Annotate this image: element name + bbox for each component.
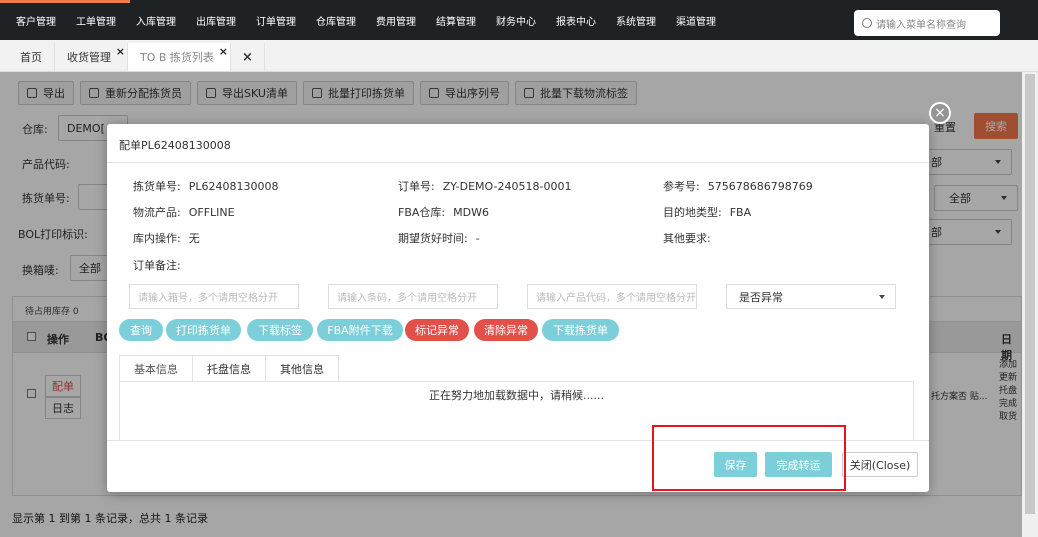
info-label: FBA仓库: — [398, 206, 446, 219]
nav-item[interactable]: 费用管理 — [376, 13, 416, 28]
nav-item[interactable]: 系统管理 — [616, 13, 656, 28]
info-label: 目的地类型: — [663, 206, 722, 219]
close-icon: × — [241, 49, 253, 65]
modal-close-icon[interactable]: × — [929, 102, 951, 124]
info-value: 无 — [188, 232, 200, 245]
abnormal-select-value: 是否异常 — [739, 290, 783, 304]
nav-item[interactable]: 报表中心 — [556, 13, 596, 28]
nav-item[interactable]: 客户管理 — [16, 13, 56, 28]
info-value: FBA — [729, 206, 752, 219]
clear-abnormal-button[interactable]: 清除异常 — [474, 319, 538, 341]
chevron-down-icon — [879, 295, 885, 299]
fba-attachment-download-button[interactable]: FBA附件下载 — [317, 319, 403, 341]
close-icon[interactable]: × — [116, 45, 125, 58]
info-label: 物流产品: — [133, 206, 181, 219]
query-button[interactable]: 查询 — [119, 319, 163, 341]
search-icon — [862, 18, 872, 28]
info-value: OFFLINE — [188, 206, 235, 219]
info-label: 其他要求: — [663, 232, 711, 245]
tab-other-info[interactable]: 其他信息 — [265, 355, 339, 382]
download-picking-list-button[interactable]: 下载拣货单 — [542, 319, 619, 341]
info-label: 参考号: — [663, 180, 700, 193]
info-label: 拣货单号: — [133, 180, 181, 193]
tab-pallet-info[interactable]: 托盘信息 — [192, 355, 265, 382]
info-value: 575678686798769 — [707, 180, 813, 193]
tab-receiving[interactable]: 收货管理 × — [55, 43, 128, 71]
nav-item[interactable]: 订单管理 — [256, 13, 296, 28]
info-value: MDW6 — [453, 206, 489, 219]
mark-abnormal-button[interactable]: 标记异常 — [405, 319, 469, 341]
info-value: ZY-DEMO-240518-0001 — [442, 180, 572, 193]
close-all-tabs-button[interactable]: × — [230, 43, 265, 71]
page-scrollbar[interactable] — [1022, 72, 1038, 537]
nav-item[interactable]: 工单管理 — [76, 13, 116, 28]
menu-search-placeholder: 请输入菜单名称查询 — [876, 19, 966, 31]
info-value: PL62408130008 — [188, 180, 279, 193]
info-destination-type: 目的地类型: FBA — [663, 204, 751, 220]
tab-tob-picking[interactable]: TO B 拣货列表 × — [128, 43, 231, 71]
info-fba-warehouse: FBA仓库: MDW6 — [398, 204, 489, 220]
nav-item[interactable]: 出库管理 — [196, 13, 236, 28]
nav-item[interactable]: 结算管理 — [436, 13, 476, 28]
info-order-no: 订单号: ZY-DEMO-240518-0001 — [398, 178, 571, 194]
nav-item[interactable]: 财务中心 — [496, 13, 536, 28]
info-warehouse-operation: 库内操作: 无 — [133, 230, 200, 246]
nav-item[interactable]: 仓库管理 — [316, 13, 356, 28]
loading-text: 正在努力地加载数据中，请稍候...... — [429, 389, 604, 402]
info-label: 订单号: — [398, 180, 435, 193]
top-nav: 客户管理 工单管理 入库管理 出库管理 订单管理 仓库管理 费用管理 结算管理 财务中心 报表中心… — [0, 0, 1038, 40]
info-label: 期望货好时间: — [398, 232, 468, 245]
divider — [107, 162, 929, 163]
barcode-placeholder: 请输入条码，多个请用空格分开 — [337, 293, 477, 304]
close-icon[interactable]: × — [219, 45, 228, 58]
box-no-placeholder: 请输入箱号，多个请用空格分开 — [138, 293, 278, 304]
info-label: 订单备注: — [133, 259, 181, 272]
info-value: - — [475, 232, 480, 245]
nav-item[interactable]: 入库管理 — [136, 13, 176, 28]
tab-home[interactable]: 首页 — [8, 43, 55, 71]
info-expected-time: 期望货好时间: - — [398, 230, 480, 246]
tab-tob-picking-label: TO B 拣货列表 — [140, 51, 214, 64]
print-picking-list-button[interactable]: 打印拣货单 — [166, 319, 241, 341]
barcode-input[interactable]: 请输入条码，多个请用空格分开 — [328, 284, 498, 309]
info-picking-no: 拣货单号: PL62408130008 — [133, 178, 278, 194]
tab-bar: 首页 收货管理 × TO B 拣货列表 × × — [0, 40, 1038, 72]
info-logistics-product: 物流产品: OFFLINE — [133, 204, 235, 220]
nav-item[interactable]: 渠道管理 — [676, 13, 716, 28]
tab-receiving-label: 收货管理 — [67, 51, 111, 64]
info-label: 库内操作: — [133, 232, 181, 245]
tab-basic-info[interactable]: 基本信息 — [119, 355, 192, 382]
scrollbar-thumb[interactable] — [1025, 74, 1035, 514]
info-order-remark: 订单备注: — [133, 257, 189, 273]
product-code-placeholder: 请输入产品代码，多个请用空格分开 — [536, 293, 696, 304]
download-label-button[interactable]: 下载标签 — [247, 319, 313, 341]
abnormal-select[interactable]: 是否异常 — [726, 284, 896, 309]
close-button[interactable]: 关闭(Close) — [842, 452, 918, 477]
modal-tabs: 基本信息 托盘信息 其他信息 — [119, 355, 339, 382]
product-code-input[interactable]: 请输入产品代码，多个请用空格分开 — [527, 284, 697, 309]
nav-accent-bar — [0, 0, 130, 3]
highlight-box — [652, 425, 846, 491]
info-reference-no: 参考号: 575678686798769 — [663, 178, 813, 194]
modal-title: 配单PL62408130008 — [119, 139, 231, 152]
info-other-requirements: 其他要求: — [663, 230, 719, 246]
menu-search-input[interactable]: 请输入菜单名称查询 — [854, 10, 1000, 36]
nav-menu: 客户管理 工单管理 入库管理 出库管理 订单管理 仓库管理 费用管理 结算管理 财务中心 报表中心… — [6, 0, 726, 40]
box-no-input[interactable]: 请输入箱号，多个请用空格分开 — [129, 284, 299, 309]
tab-home-label: 首页 — [20, 51, 42, 64]
